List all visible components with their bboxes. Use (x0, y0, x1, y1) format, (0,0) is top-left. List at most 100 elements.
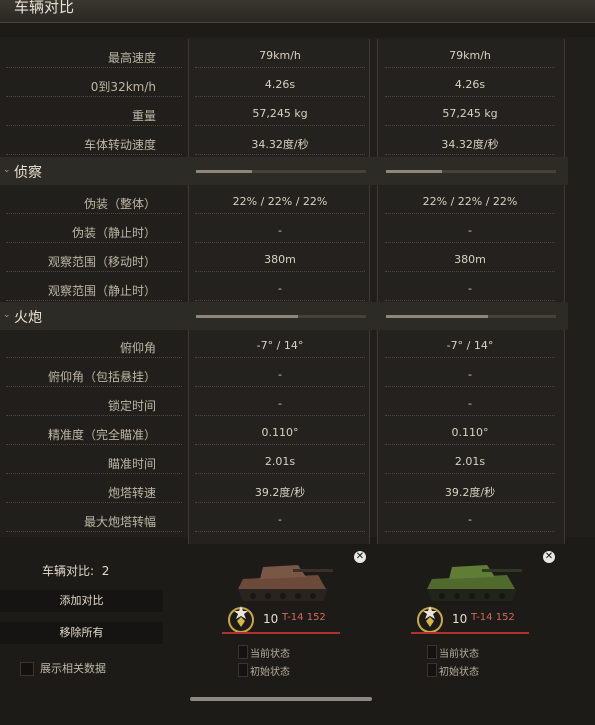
state-toggle-current[interactable] (238, 645, 248, 659)
row-divider (385, 271, 555, 272)
stat-value-vehicle-1: 22% / 22% / 22% (232, 195, 328, 208)
row-divider (6, 154, 182, 155)
row-divider (195, 242, 365, 243)
stat-value-vehicle-2: 380m (454, 253, 486, 266)
row-divider (6, 531, 182, 532)
stat-label: 观察范围（移动时） (47, 255, 156, 269)
stat-value-vehicle-1: - (278, 224, 282, 237)
vehicle-name: T-14 152 (282, 612, 326, 623)
stat-label: 锁定时间 (107, 399, 156, 413)
row-divider (195, 531, 365, 532)
stat-value-vehicle-2: 2.01s (454, 455, 486, 468)
stat-value-vehicle-1: - (278, 368, 282, 381)
stat-value-vehicle-2: 22% / 22% / 22% (422, 195, 518, 208)
add-compare-button[interactable]: 添加对比 (0, 590, 163, 612)
row-divider (6, 213, 182, 214)
stat-value-vehicle-2: - (468, 368, 472, 381)
stat-value-vehicle-2: 4.26s (454, 78, 486, 91)
title-bar: 车辆对比 (0, 0, 595, 23)
stat-value-vehicle-2: 57,245 kg (442, 107, 498, 120)
stat-label: 俯仰角 (119, 341, 156, 355)
stat-row: 观察范围（静止时） - - (0, 276, 568, 305)
row-divider (6, 473, 182, 474)
stat-label: 观察范围（静止时） (47, 284, 156, 298)
chevron-down-icon[interactable]: ⌄ (3, 165, 11, 175)
row-divider (385, 242, 555, 243)
vehicle-card-1[interactable]: ✕ 10 T-14 152 当前状态 初始状态 (188, 545, 372, 695)
stat-row: 俯仰角（包括悬挂） - - (0, 362, 568, 391)
stat-bar-vehicle-2 (386, 170, 556, 173)
stat-row: 伪装（静止时） - - (0, 218, 568, 247)
state-toggle-initial[interactable] (238, 663, 248, 677)
state-current-label: 当前状态 (439, 649, 479, 660)
compare-count: 2 (101, 564, 110, 578)
stat-label: 俯仰角（包括悬挂） (47, 370, 156, 384)
horizontal-scrollbar[interactable] (190, 697, 372, 701)
row-divider (6, 67, 182, 68)
row-divider (385, 502, 555, 503)
row-divider (385, 125, 555, 126)
stat-row: 伪装（整体） 22% / 22% / 22% 22% / 22% / 22% (0, 189, 568, 218)
stat-label: 瞄准时间 (107, 457, 156, 471)
row-divider (385, 213, 555, 214)
chevron-down-icon[interactable]: ⌄ (3, 310, 11, 320)
vehicle-card-2[interactable]: ✕ 10 T-14 152 当前状态 初始状态 (377, 545, 561, 695)
row-divider (385, 415, 555, 416)
tank-image (427, 565, 522, 601)
row-divider (6, 242, 182, 243)
row-divider (195, 154, 365, 155)
state-toggle-current[interactable] (427, 645, 437, 659)
state-toggle-initial[interactable] (427, 663, 437, 677)
stat-label: 精准度（完全瞄准） (47, 428, 156, 442)
close-icon[interactable]: ✕ (543, 551, 555, 563)
stat-label: 重量 (131, 109, 156, 123)
stat-value-vehicle-1: 57,245 kg (252, 107, 308, 120)
stat-value-vehicle-1: 39.2度/秒 (254, 486, 306, 499)
row-divider (385, 154, 555, 155)
stat-row: 瞄准时间 2.01s 2.01s (0, 449, 568, 478)
section-header[interactable]: ⌄ 火炮 (0, 302, 568, 330)
row-divider (385, 531, 555, 532)
stat-value-vehicle-1: 79km/h (259, 49, 301, 62)
stat-value-vehicle-1: - (278, 397, 282, 410)
vehicle-underline (222, 632, 340, 634)
stat-bar-vehicle-1 (196, 315, 366, 318)
stat-value-vehicle-2: 34.32度/秒 (441, 138, 499, 151)
stat-row: 俯仰角 -7° / 14° -7° / 14° (0, 333, 568, 362)
stat-value-vehicle-1: -7° / 14° (256, 339, 304, 352)
stat-label: 伪装（静止时） (71, 226, 156, 240)
compare-count-label: 车辆对比: 2 (42, 564, 110, 578)
row-divider (195, 67, 365, 68)
row-divider (6, 271, 182, 272)
stat-bar-fill (386, 170, 443, 173)
stat-row: 炮塔转速 39.2度/秒 39.2度/秒 (0, 478, 568, 507)
state-initial-label: 初始状态 (250, 667, 290, 678)
show-related-label: 展示相关数据 (40, 662, 106, 675)
vehicle-underline (411, 632, 529, 634)
compare-controls: 车辆对比: 2 添加对比 移除所有 展示相关数据 (0, 545, 185, 725)
remove-all-button[interactable]: 移除所有 (0, 622, 163, 644)
vehicle-tier: 10 (452, 612, 468, 626)
stat-bar-fill (196, 315, 298, 318)
show-related-checkbox[interactable] (20, 662, 34, 676)
stat-bar-fill (386, 315, 488, 318)
section-title: 火炮 (14, 310, 42, 326)
stat-value-vehicle-2: 0.110° (451, 426, 489, 439)
row-divider (195, 357, 365, 358)
stat-value-vehicle-1: - (278, 282, 282, 295)
stat-value-vehicle-2: - (468, 282, 472, 295)
row-divider (6, 502, 182, 503)
row-divider (385, 67, 555, 68)
close-icon[interactable]: ✕ (354, 551, 366, 563)
section-header[interactable]: ⌄ 侦察 (0, 157, 568, 185)
row-divider (195, 213, 365, 214)
stat-row: 精准度（完全瞄准） 0.110° 0.110° (0, 420, 568, 449)
stat-bar-fill (196, 170, 253, 173)
row-divider (385, 444, 555, 445)
row-divider (195, 96, 365, 97)
row-divider (6, 96, 182, 97)
row-divider (6, 386, 182, 387)
row-divider (6, 300, 182, 301)
stat-row: 最高速度 79km/h 79km/h (0, 43, 568, 72)
rank-emblem-icon (417, 606, 443, 633)
